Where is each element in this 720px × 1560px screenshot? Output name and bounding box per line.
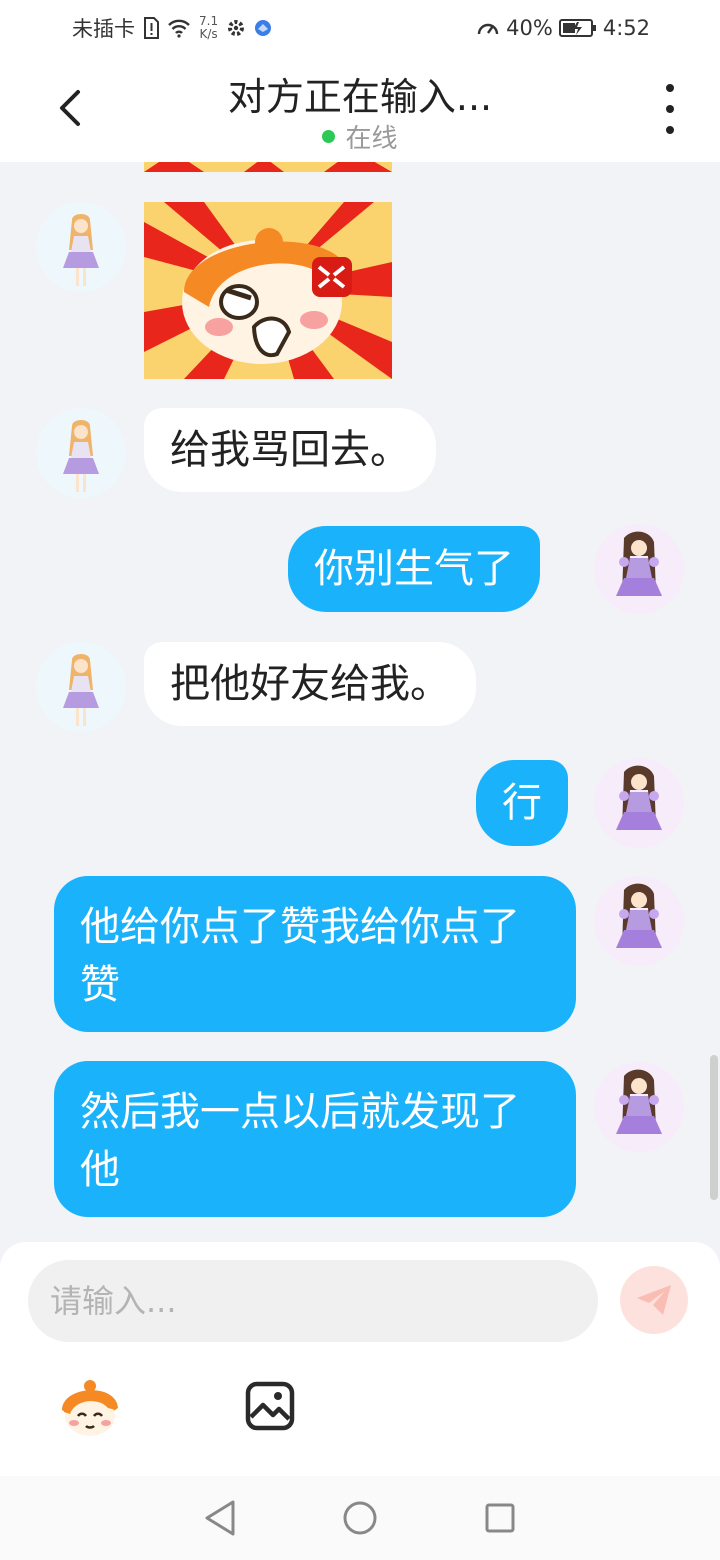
image-icon <box>245 1381 295 1431</box>
wifi-icon <box>167 18 191 38</box>
net-speed-unit: K/s <box>199 27 218 41</box>
chat-header: 对方正在输入... 在线 <box>0 56 720 162</box>
sticker-fragment-icon <box>144 162 392 172</box>
girl-avatar-icon <box>594 1062 684 1152</box>
carrier-label: 未插卡 <box>72 17 135 41</box>
message-input[interactable] <box>28 1260 598 1342</box>
emoji-button[interactable] <box>54 1376 124 1440</box>
message-bubble-incoming[interactable]: 给我骂回去。 <box>144 408 436 492</box>
online-status: 在线 <box>0 118 720 155</box>
net-speed: 7.1 K/s <box>199 15 218 41</box>
angry-face-sticker-icon <box>144 202 392 379</box>
gear-icon <box>226 18 246 38</box>
more-dot <box>666 126 674 134</box>
message-bubble-incoming[interactable]: 把他好友给我。 <box>144 642 476 726</box>
my-avatar[interactable] <box>594 1062 684 1152</box>
scrollbar[interactable] <box>710 1055 718 1200</box>
contact-avatar[interactable] <box>36 642 126 732</box>
triangle-back-icon <box>205 1500 235 1536</box>
more-dot <box>666 84 674 92</box>
browser-app-icon <box>254 19 272 37</box>
previous-sticker[interactable] <box>144 162 392 172</box>
my-avatar[interactable] <box>594 758 684 848</box>
online-dot-icon <box>322 130 336 143</box>
no-sim-icon <box>143 17 159 39</box>
paper-plane-icon <box>637 1285 671 1315</box>
girl-avatar-icon <box>36 408 126 498</box>
image-button[interactable] <box>240 1376 300 1436</box>
nav-home-button[interactable] <box>336 1494 384 1542</box>
girl-avatar-icon <box>36 202 126 292</box>
more-options-button[interactable] <box>656 84 684 134</box>
input-panel <box>0 1242 720 1476</box>
clock: 4:52 <box>602 16 650 40</box>
contact-avatar[interactable] <box>36 202 126 292</box>
angry-face-sticker[interactable] <box>144 202 392 379</box>
message-list[interactable]: 给我骂回去。 你别生气了 把他好友给我。 行 他给你点了赞我给你点了赞 然后我一… <box>0 162 720 1242</box>
girl-avatar-icon <box>594 524 684 614</box>
message-bubble-outgoing[interactable]: 然后我一点以后就发现了他 <box>54 1061 576 1217</box>
circle-home-icon <box>343 1501 377 1535</box>
girl-avatar-icon <box>594 758 684 848</box>
square-recent-icon <box>485 1503 515 1533</box>
system-nav-bar <box>0 1476 720 1560</box>
online-status-label: 在线 <box>345 124 398 154</box>
battery-percent: 40% <box>506 16 553 40</box>
my-avatar[interactable] <box>594 524 684 614</box>
status-bar: 未插卡 7.1 K/s 40% 4:52 <box>0 0 720 56</box>
message-bubble-outgoing[interactable]: 你别生气了 <box>288 526 540 612</box>
girl-avatar-icon <box>36 642 126 732</box>
message-bubble-outgoing[interactable]: 行 <box>476 760 568 846</box>
girl-avatar-icon <box>594 876 684 966</box>
emoji-sticker-icon <box>62 1380 118 1436</box>
nav-back-button[interactable] <box>196 1494 244 1542</box>
nav-recent-button[interactable] <box>476 1494 524 1542</box>
battery-charging-icon <box>558 18 597 38</box>
my-avatar[interactable] <box>594 876 684 966</box>
message-bubble-outgoing[interactable]: 他给你点了赞我给你点了赞 <box>54 876 576 1032</box>
page-title: 对方正在输入... <box>227 75 493 119</box>
contact-avatar[interactable] <box>36 408 126 498</box>
speedometer-icon <box>476 17 500 39</box>
more-dot <box>666 105 674 113</box>
send-button[interactable] <box>620 1266 688 1334</box>
